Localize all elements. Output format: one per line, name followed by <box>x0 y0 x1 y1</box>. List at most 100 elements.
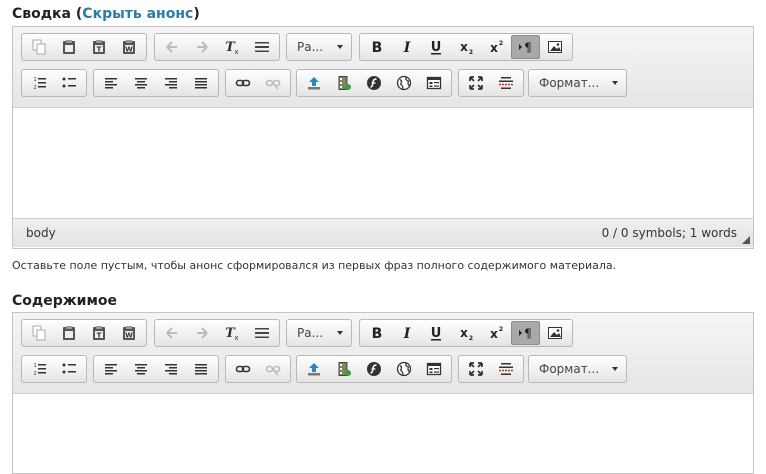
list-group: 12 <box>21 355 87 383</box>
align-group <box>93 69 219 97</box>
font-dropdown[interactable]: Ра... <box>286 33 352 61</box>
resize-handle-icon[interactable] <box>742 236 750 244</box>
style-group: B I U x2 x2 ¶ <box>359 319 573 347</box>
svg-text:I: I <box>402 326 410 341</box>
align-right-icon[interactable] <box>156 357 186 381</box>
svg-text:T: T <box>97 332 102 340</box>
copy-icon[interactable] <box>24 321 54 345</box>
svg-text:T: T <box>97 46 102 54</box>
tools-group <box>458 69 524 97</box>
underline-icon[interactable]: U <box>421 321 451 345</box>
align-justify-icon[interactable] <box>186 357 216 381</box>
media-icon[interactable] <box>329 357 359 381</box>
align-center-icon[interactable] <box>126 71 156 95</box>
align-center-icon[interactable] <box>126 357 156 381</box>
superscript-icon[interactable]: x2 <box>481 321 511 345</box>
horizontal-rule-icon[interactable] <box>247 35 277 59</box>
align-justify-icon[interactable] <box>186 71 216 95</box>
redo-icon[interactable] <box>187 321 217 345</box>
show-blocks-icon[interactable]: ¶ <box>510 35 541 59</box>
show-blocks-icon[interactable]: ¶ <box>510 321 541 345</box>
bulleted-list-icon[interactable] <box>54 71 84 95</box>
unlink-icon[interactable] <box>258 357 288 381</box>
align-left-icon[interactable] <box>96 357 126 381</box>
style-group: B I U x2 x2 ¶ <box>359 33 573 61</box>
media-icon[interactable] <box>329 71 359 95</box>
remove-format-icon[interactable]: Tx <box>217 321 247 345</box>
globe-icon[interactable] <box>389 357 419 381</box>
clipboard-group: T W <box>21 319 147 347</box>
unlink-icon[interactable] <box>258 71 288 95</box>
paste-text-icon[interactable]: T <box>84 321 114 345</box>
summary-toolbar: T W Tx Ра... B I U x 2 x 2 ¶ 1 2 Формат.… <box>13 27 753 108</box>
paste-text-icon[interactable]: T <box>84 35 114 59</box>
redo-icon[interactable] <box>187 35 217 59</box>
numbered-list-icon[interactable]: 12 <box>24 71 54 95</box>
paste-icon[interactable] <box>54 321 84 345</box>
chevron-down-icon <box>337 45 343 49</box>
horizontal-rule-icon[interactable] <box>247 321 277 345</box>
svg-text:U: U <box>431 326 442 341</box>
summary-statusbar: body 0 / 0 symbols; 1 words <box>13 218 753 247</box>
paste-word-icon[interactable]: W <box>114 321 144 345</box>
chevron-down-icon <box>612 81 618 85</box>
image-icon[interactable] <box>540 35 570 59</box>
subscript-icon[interactable]: x2 <box>451 321 481 345</box>
bold-icon[interactable]: B <box>362 321 392 345</box>
content-content-area[interactable] <box>13 394 753 473</box>
strikethrough-lines-icon[interactable] <box>491 357 521 381</box>
template-icon[interactable] <box>419 71 449 95</box>
template-icon[interactable] <box>419 357 449 381</box>
upload-icon[interactable] <box>299 357 329 381</box>
maximize-icon[interactable] <box>461 357 491 381</box>
content-label: Содержимое <box>12 293 118 309</box>
flash-icon[interactable] <box>359 71 389 95</box>
svg-text:B: B <box>372 40 383 55</box>
globe-icon[interactable] <box>389 71 419 95</box>
hide-summary-link[interactable]: Скрыть анонс <box>82 6 193 22</box>
svg-text:x: x <box>460 40 468 54</box>
svg-text:¶: ¶ <box>525 327 533 341</box>
maximize-icon[interactable] <box>461 71 491 95</box>
svg-text:2: 2 <box>469 49 473 55</box>
svg-text:2: 2 <box>34 371 37 377</box>
copy-icon[interactable] <box>24 35 54 59</box>
flash-icon[interactable] <box>359 357 389 381</box>
image-icon[interactable] <box>540 321 570 345</box>
italic-icon[interactable]: I <box>392 35 422 59</box>
content-toolbar: T W Tx Ра... B I U x 2 x 2 ¶ 1 2 Формат.… <box>13 313 753 394</box>
link-icon[interactable] <box>228 357 258 381</box>
align-right-icon[interactable] <box>156 71 186 95</box>
align-group <box>93 355 219 383</box>
link-icon[interactable] <box>228 71 258 95</box>
tools-group <box>458 355 524 383</box>
font-dropdown[interactable]: Ра... <box>286 319 352 347</box>
upload-icon[interactable] <box>299 71 329 95</box>
paste-icon[interactable] <box>54 35 84 59</box>
subscript-icon[interactable]: x2 <box>451 35 481 59</box>
format-dropdown[interactable]: Формат... <box>528 355 627 383</box>
chevron-down-icon <box>612 367 618 371</box>
align-left-icon[interactable] <box>96 71 126 95</box>
bulleted-list-icon[interactable] <box>54 357 84 381</box>
svg-text:2: 2 <box>469 335 473 341</box>
summary-content-area[interactable] <box>13 108 753 218</box>
svg-text:x: x <box>490 41 498 55</box>
element-path[interactable]: body <box>26 226 56 240</box>
paste-word-icon[interactable]: W <box>114 35 144 59</box>
superscript-icon[interactable]: x2 <box>481 35 511 59</box>
strikethrough-lines-icon[interactable] <box>491 71 521 95</box>
remove-format-icon[interactable]: Tx <box>217 35 247 59</box>
insert-group <box>296 69 452 97</box>
svg-text:2: 2 <box>499 326 503 333</box>
svg-text:W: W <box>125 46 133 54</box>
bold-icon[interactable]: B <box>362 35 392 59</box>
numbered-list-icon[interactable]: 12 <box>24 357 54 381</box>
summary-label: Сводка (Скрыть анонс) <box>12 6 200 22</box>
svg-text:x: x <box>234 48 238 55</box>
italic-icon[interactable]: I <box>392 321 422 345</box>
undo-icon[interactable] <box>157 321 187 345</box>
format-dropdown[interactable]: Формат... <box>528 69 627 97</box>
undo-icon[interactable] <box>157 35 187 59</box>
underline-icon[interactable]: U <box>421 35 451 59</box>
